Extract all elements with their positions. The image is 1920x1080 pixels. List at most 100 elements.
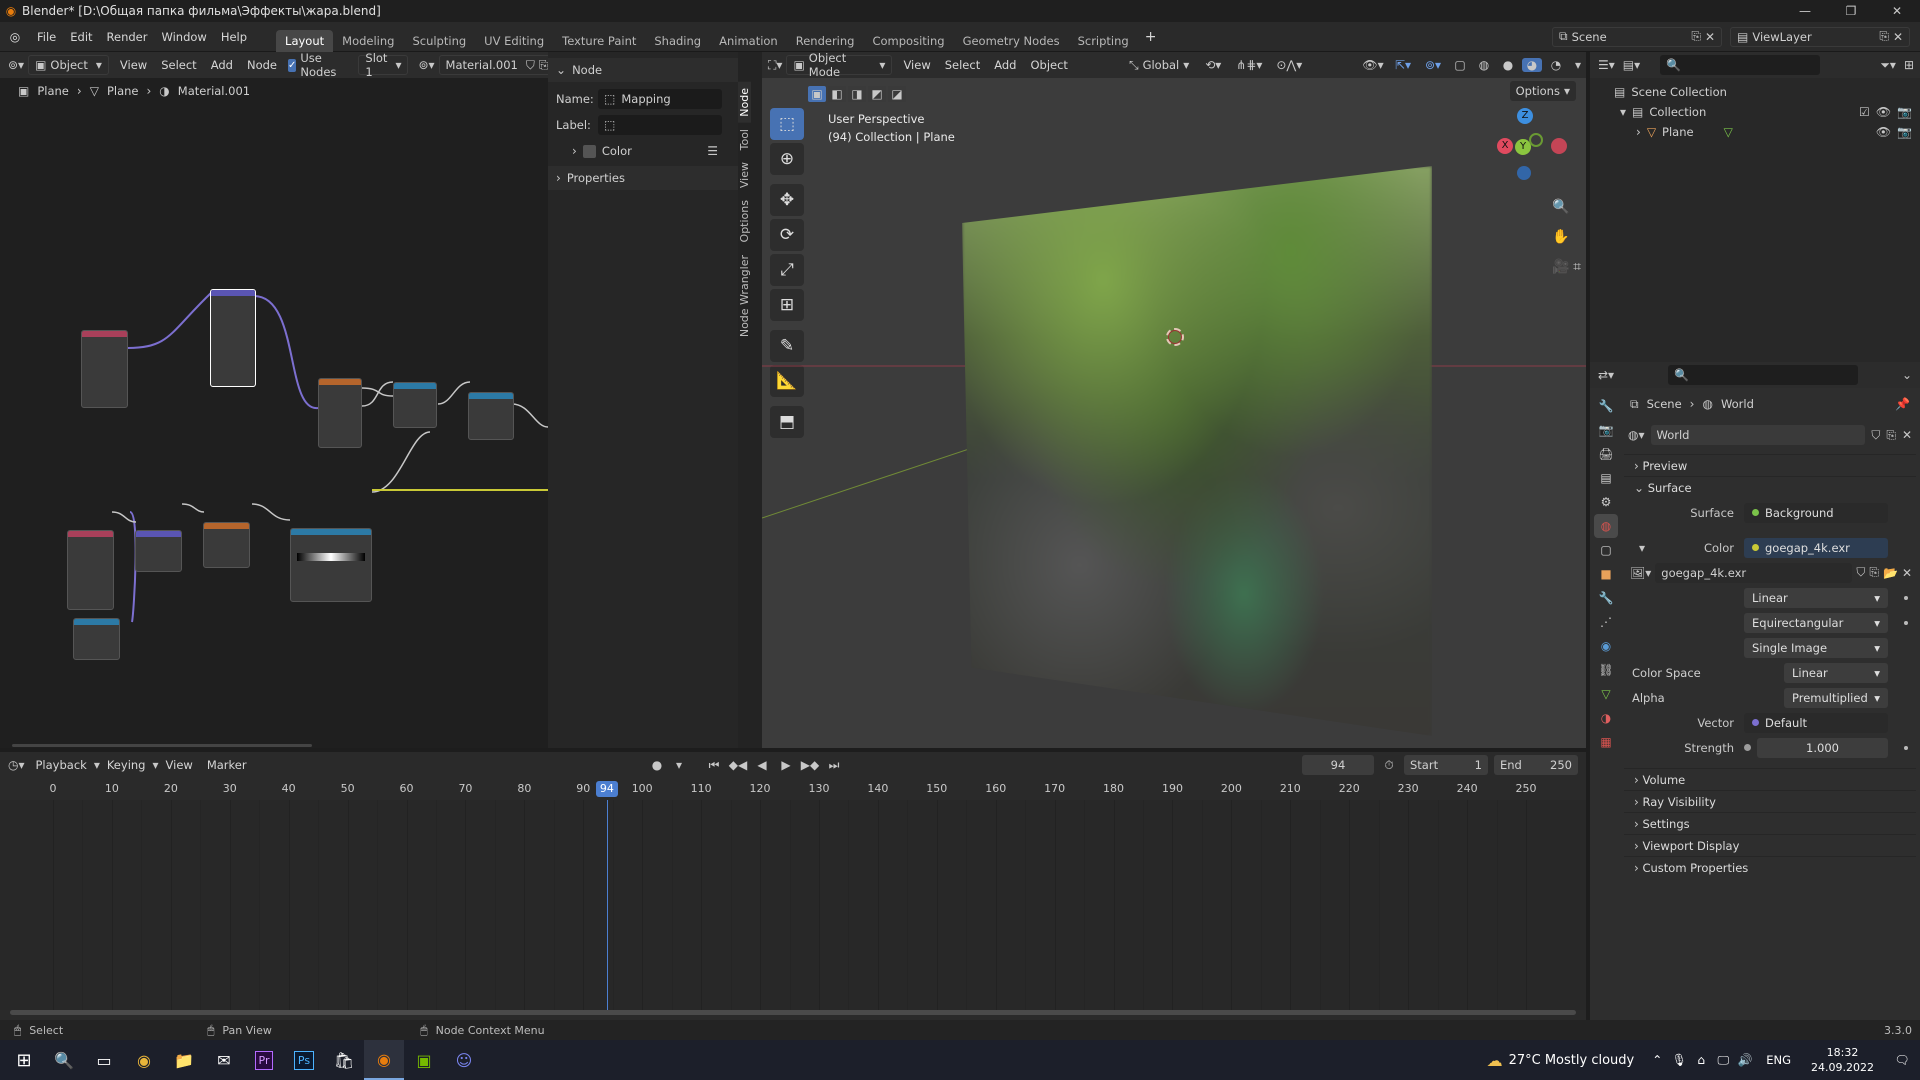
physics-tab-icon[interactable]: ◉ — [1594, 634, 1618, 658]
tray-chevron-icon[interactable]: ⌃ — [1646, 1053, 1668, 1067]
keying-options-icon[interactable]: ▾ — [672, 758, 686, 772]
neg-x-axis-handle[interactable] — [1551, 138, 1567, 154]
play-reverse-icon[interactable]: ◀ — [752, 758, 772, 772]
menu-file[interactable]: File — [30, 30, 63, 44]
tab-compositing[interactable]: Compositing — [863, 30, 953, 52]
prev-keyframe-icon[interactable]: ◆◀ — [728, 758, 748, 772]
camera-icon[interactable]: 📷 — [1897, 105, 1912, 119]
3d-cursor-icon[interactable] — [1166, 328, 1184, 346]
tab-view[interactable]: View — [738, 156, 751, 194]
timeline-menu-view[interactable]: View — [159, 758, 200, 772]
tab-node-wrangler[interactable]: Node Wrangler — [738, 249, 751, 343]
texture-tab-icon[interactable]: ▦ — [1594, 730, 1618, 754]
alpha-dropdown[interactable]: Premultiplied ▾ — [1784, 687, 1888, 708]
language-indicator[interactable]: ENG — [1766, 1053, 1791, 1067]
pan-hand-icon[interactable]: ✋ — [1552, 222, 1569, 252]
new-scene-icon[interactable]: ⎘ — [1691, 29, 1701, 44]
fake-user-icon[interactable]: ⛉ — [1856, 565, 1865, 580]
menu-window[interactable]: Window — [154, 30, 213, 44]
start-frame-field[interactable]: Start 1 — [1404, 755, 1488, 775]
filter-icon[interactable]: ⏷▾ — [1880, 58, 1896, 73]
mapping-node-2[interactable] — [135, 530, 182, 572]
eye-icon[interactable]: 👁 — [1876, 105, 1891, 119]
new-collection-icon[interactable]: ⊞ — [1904, 58, 1914, 72]
overlay-toggle-icon[interactable]: ⊚▾ — [1420, 58, 1446, 72]
neg-z-axis-handle[interactable] — [1517, 166, 1531, 180]
tab-options[interactable]: Options — [738, 194, 751, 248]
noise-node[interactable] — [203, 522, 250, 568]
value-node[interactable] — [73, 618, 120, 660]
zoom-icon[interactable]: 🔍 — [1552, 192, 1569, 222]
next-keyframe-icon[interactable]: ▶◆ — [800, 758, 820, 772]
world-browse-icon[interactable]: ◍▾ — [1628, 428, 1645, 442]
world-selector[interactable]: ◍▾ World ⛉ ⎘ ✕ — [1624, 422, 1916, 448]
interpolation-dropdown[interactable]: Linear ▾ — [1744, 587, 1888, 608]
ortho-toggle-icon[interactable]: ⌗ — [1573, 252, 1581, 282]
exclude-checkbox-icon[interactable]: ☑ — [1859, 105, 1870, 119]
minimize-icon[interactable]: — — [1782, 4, 1828, 18]
object-tab-icon[interactable]: ■ — [1594, 562, 1618, 586]
remove-scene-icon[interactable]: ✕ — [1705, 30, 1715, 44]
tab-modeling[interactable]: Modeling — [333, 30, 403, 52]
neg-y-axis-handle[interactable] — [1529, 133, 1543, 147]
pivot-icon[interactable]: ⟲▾ — [1199, 58, 1227, 72]
pin-icon[interactable]: 📌 — [1895, 397, 1910, 411]
network-icon[interactable]: ⌂ — [1690, 1053, 1712, 1067]
editor-type-icon[interactable]: ⛶▾ — [768, 58, 782, 73]
shader-node-editor[interactable]: ⊚▾ ▣ Object ▾ View Select Add Node ✓ Use No… — [0, 51, 595, 748]
node-label-field[interactable]: ⬚ — [598, 115, 722, 135]
editor-type-icon[interactable]: ⇄▾ — [1598, 368, 1614, 382]
world-name-field[interactable]: World — [1650, 425, 1866, 445]
unlink-world-icon[interactable]: ✕ — [1902, 428, 1912, 442]
section-viewport-display[interactable]: › Viewport Display — [1624, 834, 1916, 856]
tab-sculpting[interactable]: Sculpting — [403, 30, 475, 52]
jump-end-icon[interactable]: ⏭ — [824, 758, 844, 773]
playhead-frame-label[interactable]: 94 — [595, 781, 618, 797]
mix-node[interactable] — [393, 382, 437, 428]
x-axis-handle[interactable]: X — [1497, 138, 1513, 154]
surface-field[interactable]: Background — [1744, 502, 1888, 523]
blender-menu-icon[interactable]: ◎ — [0, 30, 30, 44]
viewlayer-selector[interactable]: ▤ ViewLayer ⎘ ✕ — [1730, 26, 1910, 47]
store-icon[interactable]: 🛍 — [324, 1040, 364, 1080]
constraints-tab-icon[interactable]: ⛓ — [1594, 658, 1618, 682]
view-layer-tab-icon[interactable]: ▤ — [1594, 466, 1618, 490]
viewport-menu-select[interactable]: Select — [938, 58, 987, 72]
tab-rendering[interactable]: Rendering — [787, 30, 864, 52]
3d-viewport[interactable]: ⛶▾ ▣ Object Mode ▾ View Select Add Object ⤡ … — [762, 51, 1586, 748]
menu-render[interactable]: Render — [100, 30, 155, 44]
material-tab-icon[interactable]: ◑ — [1594, 706, 1618, 730]
unlink-image-icon[interactable]: ✕ — [1902, 566, 1912, 580]
modifier-tab-icon[interactable]: 🔧 — [1594, 586, 1618, 610]
image-browse-icon[interactable]: 🖼▾ — [1630, 566, 1651, 580]
navigation-gizmo[interactable]: Z X Y — [1497, 108, 1577, 188]
tab-scripting[interactable]: Scripting — [1069, 30, 1138, 52]
nvidia-icon[interactable]: ▣ — [404, 1040, 444, 1080]
scene-selector[interactable]: ⧉ Scene ⎘ ✕ — [1552, 26, 1722, 47]
collection-tab-icon[interactable]: ▢ — [1594, 538, 1618, 562]
auto-keying-icon[interactable]: ● — [646, 758, 668, 772]
source-dropdown[interactable]: Single Image ▾ — [1744, 637, 1888, 658]
outliner-row-plane[interactable]: › ▽ Plane ▽ 👁 📷 — [1590, 122, 1920, 142]
bsdf-node[interactable] — [468, 392, 514, 440]
outliner-search-input[interactable]: 🔍 — [1660, 55, 1821, 75]
particles-tab-icon[interactable]: ⋰ — [1594, 610, 1618, 634]
discord-icon[interactable]: ☺ — [444, 1040, 484, 1080]
task-view-icon[interactable]: ▭ — [84, 1040, 124, 1080]
search-icon[interactable]: 🔍 — [44, 1040, 84, 1080]
display-icon[interactable]: 🖵 — [1712, 1053, 1734, 1068]
viewport-menu-object[interactable]: Object — [1023, 58, 1074, 72]
clock[interactable]: 18:32 24.09.2022 — [1811, 1045, 1874, 1075]
tab-geometry-nodes[interactable]: Geometry Nodes — [954, 30, 1069, 52]
timeline-menu-marker[interactable]: Marker — [200, 758, 254, 772]
node-name-field[interactable]: ⬚ Mapping — [598, 89, 722, 109]
render-tab-icon[interactable]: 📷 — [1594, 418, 1618, 442]
file-explorer-icon[interactable]: 📁 — [164, 1040, 204, 1080]
node-section-header[interactable]: ⌄ Node — [548, 58, 738, 82]
eye-icon[interactable]: 👁 — [1876, 125, 1891, 139]
tool-tab-icon[interactable]: 🔧 — [1594, 394, 1618, 418]
section-volume[interactable]: › Volume — [1624, 768, 1916, 790]
visibility-icon[interactable]: 👁▾ — [1360, 58, 1386, 72]
list-icon[interactable]: ☰ — [707, 144, 718, 158]
mode-dropdown[interactable]: ▣ Object Mode ▾ — [786, 51, 893, 79]
